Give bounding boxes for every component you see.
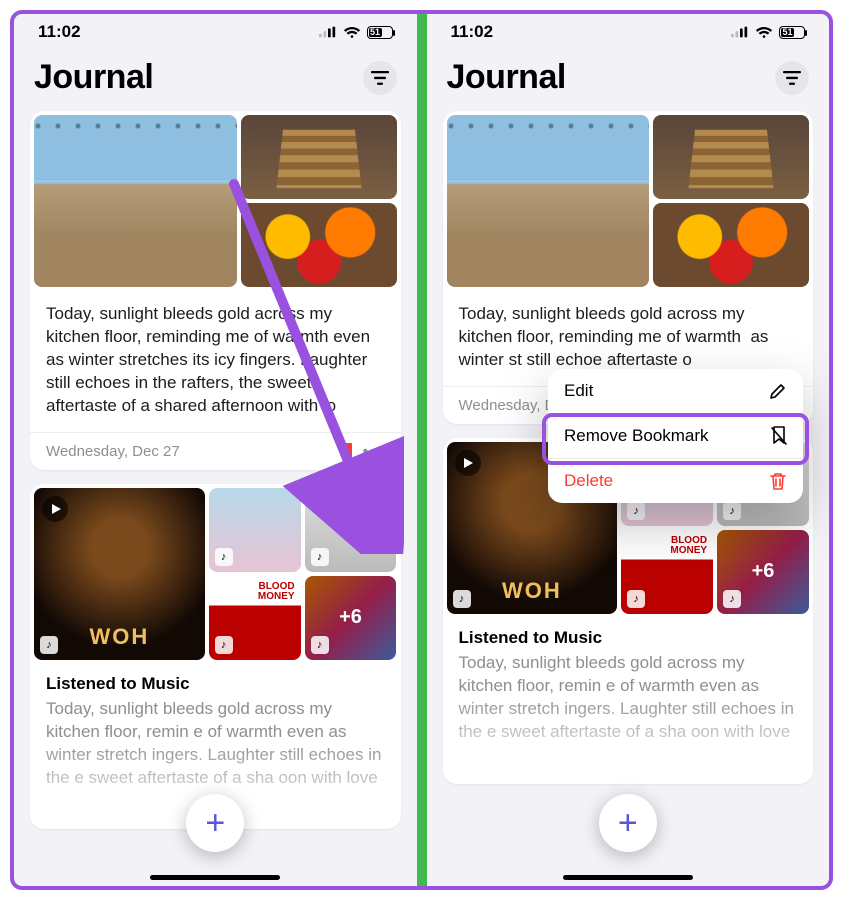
music-album-mosaic: ♪ ♪ ♪ ♪ +6 ♪	[30, 484, 401, 664]
photo-beach	[447, 115, 650, 287]
status-time: 11:02	[451, 22, 494, 42]
filter-button[interactable]	[363, 61, 397, 95]
album-woh: ♪	[34, 488, 205, 660]
music-note-icon: ♪	[40, 636, 58, 654]
filter-button[interactable]	[775, 61, 809, 95]
music-entry-card[interactable]: ♪ ♪ ♪ ♪ +6 ♪ Listened to Music Today, su…	[30, 484, 401, 830]
cellular-icon	[731, 26, 749, 38]
entry-photo-mosaic	[443, 111, 814, 291]
entry-body: Today, sunlight bleeds gold across my ki…	[30, 291, 401, 432]
status-time: 11:02	[38, 22, 81, 42]
music-note-icon: ♪	[627, 590, 645, 608]
trash-icon	[769, 471, 787, 491]
new-entry-fab[interactable]: +	[186, 794, 244, 852]
new-entry-fab[interactable]: +	[599, 794, 657, 852]
battery-icon: 51	[367, 26, 393, 39]
bookmark-icon	[341, 443, 353, 459]
album-1989: ♪	[209, 488, 301, 572]
album-blood-money: ♪	[209, 576, 301, 660]
home-indicator	[563, 875, 693, 880]
wifi-icon	[755, 26, 773, 39]
music-entry-title: Listened to Music	[443, 618, 814, 648]
status-bar: 11:02 51	[14, 14, 417, 50]
menu-edit[interactable]: Edit	[548, 369, 803, 413]
menu-remove-bookmark-label: Remove Bookmark	[564, 426, 709, 446]
battery-icon: 51	[779, 26, 805, 39]
status-right: 51	[319, 26, 393, 39]
music-note-icon: ♪	[215, 636, 233, 654]
play-icon	[455, 450, 481, 476]
music-note-icon: ♪	[453, 590, 471, 608]
home-indicator	[150, 875, 280, 880]
music-entry-title: Listened to Music	[30, 664, 401, 694]
page-header: Journal	[427, 50, 830, 111]
status-right: 51	[731, 26, 805, 39]
pencil-icon	[769, 382, 787, 400]
page-header: Journal	[14, 50, 417, 111]
photo-stairs	[653, 115, 809, 199]
journal-entry-card[interactable]: Today, sunlight bleeds gold across my ki…	[30, 111, 401, 470]
left-screenshot: 11:02 51 Journal Today, sunlight bleeds …	[14, 14, 417, 886]
music-note-icon: ♪	[723, 502, 741, 520]
album-bw: ♪	[305, 488, 397, 572]
cellular-icon	[319, 26, 337, 38]
entry-date: Wednesday, Dec 27	[46, 443, 180, 460]
music-note-icon: ♪	[215, 548, 233, 566]
battery-level: 51	[369, 28, 382, 37]
photo-stairs	[241, 115, 397, 199]
photo-flowers	[241, 203, 397, 287]
menu-remove-bookmark[interactable]: Remove Bookmark	[548, 414, 803, 458]
photo-flowers	[653, 203, 809, 287]
menu-delete[interactable]: Delete	[548, 459, 803, 503]
music-note-icon: ♪	[311, 636, 329, 654]
music-note-icon: ♪	[311, 548, 329, 566]
page-title: Journal	[34, 58, 153, 97]
filter-icon	[371, 71, 389, 85]
side-by-side-stage: 11:02 51 Journal Today, sunlight bleeds …	[10, 10, 833, 890]
wifi-icon	[343, 26, 361, 39]
context-menu: Edit Remove Bookmark Delete	[548, 369, 803, 503]
album-overflow[interactable]: +6 ♪	[305, 576, 397, 660]
entry-footer: Wednesday, Dec 27 •••	[30, 432, 401, 470]
play-icon	[42, 496, 68, 522]
music-entry-body: Today, sunlight bleeds gold across my ki…	[443, 648, 814, 784]
menu-edit-label: Edit	[564, 381, 593, 401]
status-bar: 11:02 51	[427, 14, 830, 50]
entry-photo-mosaic	[30, 111, 401, 291]
album-overflow[interactable]: +6 ♪	[717, 530, 809, 614]
battery-level: 51	[781, 28, 794, 37]
menu-delete-label: Delete	[564, 471, 613, 491]
entry-more-button[interactable]: •••	[363, 443, 385, 460]
music-note-icon: ♪	[723, 590, 741, 608]
music-note-icon: ♪	[627, 502, 645, 520]
page-title: Journal	[447, 58, 566, 97]
bookmark-slash-icon	[771, 426, 787, 446]
album-blood-money: ♪	[621, 530, 713, 614]
filter-icon	[783, 71, 801, 85]
photo-beach	[34, 115, 237, 287]
right-screenshot: 11:02 51 Journal Today, sunlight bleeds …	[427, 14, 830, 886]
